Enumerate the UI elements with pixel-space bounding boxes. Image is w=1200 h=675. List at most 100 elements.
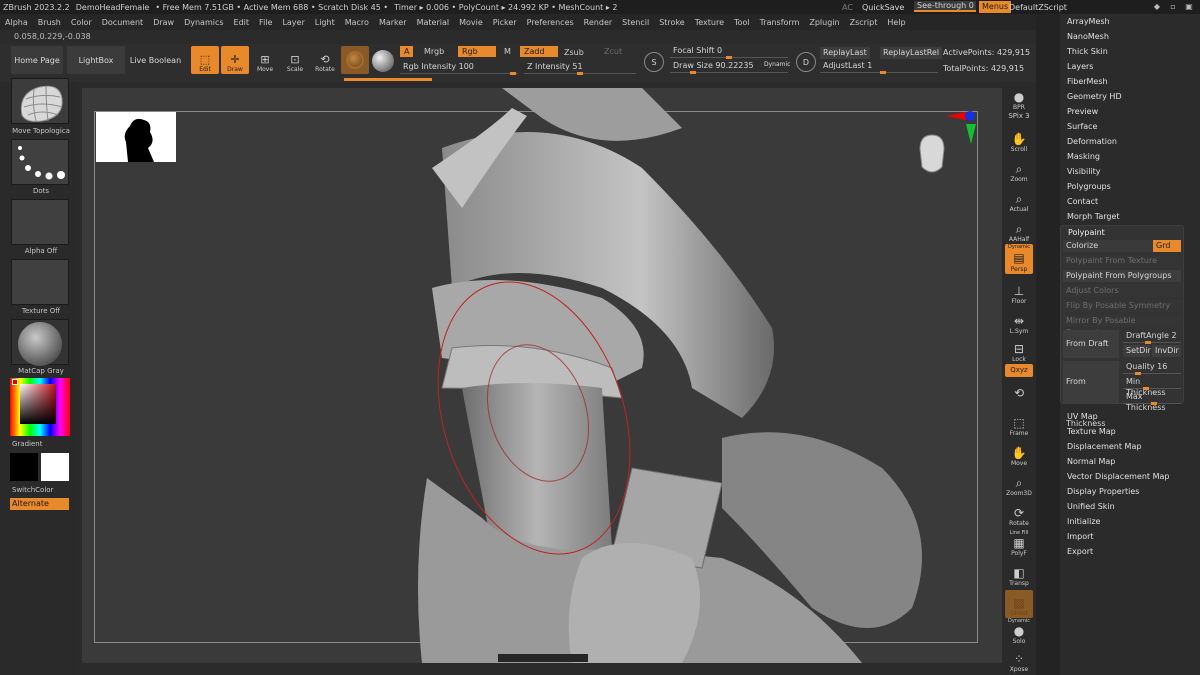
bpr-button[interactable]: ● BPR (1005, 84, 1033, 112)
lightbox-button[interactable]: LightBox (67, 46, 125, 74)
rgb-intensity-knob[interactable] (510, 72, 516, 75)
alpha-thumbnail[interactable] (11, 199, 69, 245)
panel-unified-skin[interactable]: Unified Skin (1067, 502, 1115, 511)
menus-button[interactable]: Menus (979, 1, 1012, 13)
menu-dynamics[interactable]: Dynamics (179, 18, 228, 27)
local-symmetry-button[interactable]: ⇹ L.Sym (1005, 308, 1033, 336)
adjust-last-knob[interactable] (880, 71, 886, 74)
setdir-button[interactable]: SetDir (1123, 345, 1151, 357)
zoom-button[interactable]: ⌕ Zoom (1005, 156, 1033, 184)
scroll-button[interactable]: ✋ Scroll (1005, 126, 1033, 154)
flip-posable-symmetry-button[interactable]: Flip By Posable Symmetry (1063, 300, 1181, 312)
z-intensity-knob[interactable] (577, 72, 583, 75)
draft-angle-knob[interactable] (1145, 341, 1151, 344)
ac-label[interactable]: AC (842, 3, 853, 12)
panel-morph-target[interactable]: Morph Target (1067, 212, 1120, 221)
panel-polygroups[interactable]: Polygroups (1067, 182, 1111, 191)
panel-normal-map[interactable]: Normal Map (1067, 457, 1115, 466)
panel-vector-displacement-map[interactable]: Vector Displacement Map (1067, 472, 1169, 481)
quicksave-button[interactable]: QuickSave (862, 3, 904, 12)
lock-button[interactable]: ⊟ Lock (1005, 336, 1033, 364)
polypaint-from-polygroups-button[interactable]: Polypaint From Polygroups (1063, 270, 1181, 282)
grd-toggle[interactable]: Grd (1153, 240, 1181, 252)
canvas-bottom-handle[interactable] (498, 654, 588, 662)
menu-picker[interactable]: Picker (488, 18, 522, 27)
menu-file[interactable]: File (254, 18, 277, 27)
edit-button[interactable]: ⬚ Edit (191, 46, 219, 74)
menu-stencil[interactable]: Stencil (617, 18, 654, 27)
from-thickness-button[interactable]: From Thickness (1063, 361, 1119, 428)
max-thickness-slider[interactable]: Max Thickness (1123, 391, 1181, 412)
floor-button[interactable]: ⊥ Floor (1005, 278, 1033, 306)
minimize-icon[interactable]: ◆ (1152, 1, 1162, 13)
menu-document[interactable]: Document (97, 18, 148, 27)
dynamic-toggle[interactable]: Dynamic (764, 61, 790, 68)
menu-zplugin[interactable]: Zplugin (804, 18, 844, 27)
replay-last-button[interactable]: ReplayLast (820, 47, 870, 59)
solo-button[interactable]: Dynamic ● Solo (1005, 618, 1033, 646)
min-thickness-slider[interactable]: Min Thickness (1123, 376, 1181, 397)
menu-tool[interactable]: Tool (729, 18, 755, 27)
default-zscript-button[interactable]: DefaultZScript (1009, 3, 1067, 12)
symmetry-d-button[interactable]: D (796, 52, 816, 72)
quality-slider[interactable]: Quality 16 (1123, 361, 1181, 375)
navigation-gizmo[interactable] (914, 133, 950, 179)
mrgb-toggle[interactable]: Mrgb (420, 46, 448, 57)
color-saturation-square[interactable] (20, 384, 56, 424)
menu-texture[interactable]: Texture (690, 18, 729, 27)
secondary-color-swatch[interactable] (41, 453, 69, 481)
panel-deformation[interactable]: Deformation (1067, 137, 1117, 146)
menu-light[interactable]: Light (310, 18, 340, 27)
invdir-button[interactable]: InvDir (1152, 345, 1181, 357)
menu-alpha[interactable]: Alpha (0, 18, 33, 27)
xyz-symmetry-button[interactable]: Qxyz (1005, 364, 1033, 377)
right-tray-divider[interactable] (1036, 14, 1060, 675)
menu-draw[interactable]: Draw (148, 18, 179, 27)
zsub-toggle[interactable]: Zsub (560, 47, 588, 58)
m-toggle[interactable]: M (500, 46, 515, 57)
panel-arraymesh[interactable]: ArrayMesh (1067, 17, 1110, 26)
scale-button[interactable]: ⊡ Scale (281, 46, 309, 74)
focal-shift-slider[interactable]: Focal Shift 0 (670, 45, 788, 59)
stroke-alpha-icon[interactable] (372, 50, 394, 72)
texture-thumbnail[interactable] (11, 259, 69, 305)
menu-layer[interactable]: Layer (277, 18, 309, 27)
panel-nanomesh[interactable]: NanoMesh (1067, 32, 1109, 41)
brush-thumbnail[interactable] (11, 78, 69, 124)
menu-macro[interactable]: Macro (340, 18, 374, 27)
zcut-toggle[interactable]: Zcut (600, 46, 626, 57)
material-swatch[interactable] (341, 46, 369, 74)
adjust-last-slider[interactable]: AdjustLast 1 (820, 60, 938, 74)
home-page-button[interactable]: Home Page (11, 46, 63, 74)
move-view-button[interactable]: ✋ Move (1005, 440, 1033, 468)
actual-button[interactable]: ⌕ Actual (1005, 186, 1033, 214)
menu-movie[interactable]: Movie (454, 18, 488, 27)
switch-color-button[interactable]: SwitchColor (12, 486, 74, 494)
from-draft-button[interactable]: From Draft (1063, 330, 1119, 358)
panel-preview[interactable]: Preview (1067, 107, 1098, 116)
aahalf-button[interactable]: ⌕ AAHalf (1005, 216, 1033, 244)
rgb-intensity-slider[interactable]: Rgb Intensity 100 (400, 61, 518, 75)
panel-initialize[interactable]: Initialize (1067, 517, 1100, 526)
maximize-icon[interactable]: ▫ (1168, 1, 1178, 13)
panel-import[interactable]: Import (1067, 532, 1094, 541)
stroke-thumbnail[interactable] (11, 139, 69, 185)
polyf-button[interactable]: Line Fill ▦ PolyF (1005, 530, 1033, 557)
menu-brush[interactable]: Brush (33, 18, 66, 27)
live-boolean-button[interactable]: Live Boolean (129, 46, 182, 74)
draw-button[interactable]: ✛ Draw (221, 46, 249, 74)
zoom3d-button[interactable]: ⌕ Zoom3D (1005, 470, 1033, 498)
a-toggle[interactable]: A (400, 46, 414, 57)
colorize-button[interactable]: Colorize (1063, 240, 1153, 252)
move-button[interactable]: ⊞ Move (251, 46, 279, 74)
menu-marker[interactable]: Marker (374, 18, 412, 27)
rgb-toggle[interactable]: Rgb (458, 46, 496, 57)
rotate-axis-icons[interactable]: ⟲ (1005, 380, 1033, 406)
panel-thick-skin[interactable]: Thick Skin (1067, 47, 1108, 56)
panel-display-properties[interactable]: Display Properties (1067, 487, 1139, 496)
rotate-view-button[interactable]: ⟳ Rotate (1005, 500, 1033, 528)
panel-fibermesh[interactable]: FiberMesh (1067, 77, 1108, 86)
alternate-button[interactable]: Alternate (10, 498, 69, 510)
color-picker[interactable] (10, 378, 70, 436)
persp-button[interactable]: Dynamic ▤ Persp (1005, 244, 1033, 274)
